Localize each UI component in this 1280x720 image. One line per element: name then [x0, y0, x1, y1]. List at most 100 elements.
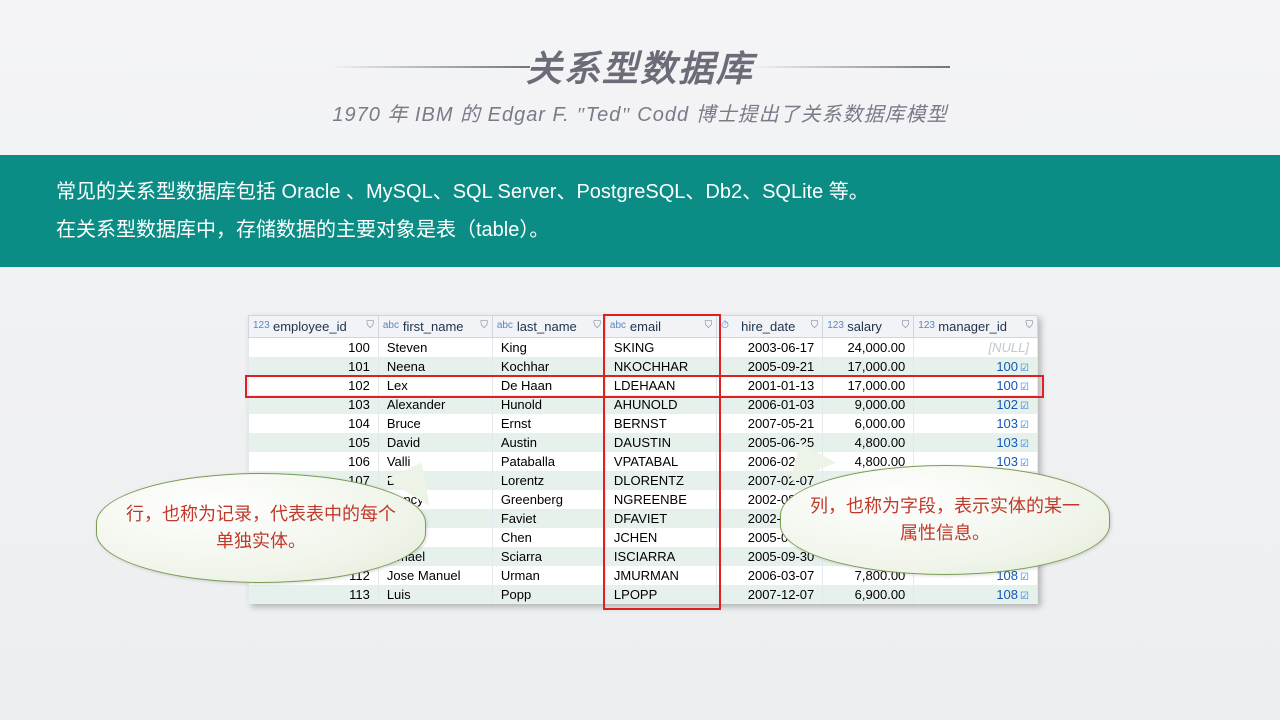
quote-close: ": [621, 104, 630, 126]
cell-employee_id: 101: [249, 357, 379, 376]
cell-email: ISCIARRA: [605, 547, 716, 566]
col-header-hire_date: ⏱ hire_date ⛉: [717, 316, 823, 338]
rule-left: [330, 66, 530, 68]
cell-salary: 6,900.00: [823, 585, 914, 604]
cell-first_name: Luis: [378, 585, 492, 604]
cell-last_name: Popp: [492, 585, 605, 604]
cell-employee_id: 100: [249, 338, 379, 358]
col-label: hire_date: [741, 319, 795, 334]
cell-salary: 24,000.00: [823, 338, 914, 358]
type-icon: abc: [497, 320, 513, 331]
col-header-salary: 123salary ⛉: [823, 316, 914, 338]
cell-last_name: King: [492, 338, 605, 358]
cell-hire_date: 2007-05-21: [717, 414, 823, 433]
cell-hire_date: 2006-03-07: [717, 566, 823, 585]
callout-column-text: 列，也称为字段，表示实体的某一属性信息。: [807, 493, 1083, 547]
cell-email: DAUSTIN: [605, 433, 716, 452]
cell-employee_id: 106: [249, 452, 379, 471]
callout-row-text: 行，也称为记录，代表表中的每个单独实体。: [123, 501, 399, 555]
cell-last_name: Kochhar: [492, 357, 605, 376]
table-row: 113LuisPoppLPOPP2007-12-076,900.00108☑: [249, 585, 1038, 604]
cell-email: DFAVIET: [605, 509, 716, 528]
table-row: 105DavidAustinDAUSTIN2005-06-254,800.001…: [249, 433, 1038, 452]
cell-first_name: Lex: [378, 376, 492, 395]
cell-manager_id: 100☑: [914, 376, 1038, 395]
cell-last_name: Chen: [492, 528, 605, 547]
cell-first_name: Alexander: [378, 395, 492, 414]
cell-employee_id: 113: [249, 585, 379, 604]
filter-icon: ⛉: [811, 320, 819, 331]
subtitle-ted: Ted: [586, 104, 622, 126]
page-title: 关系型数据库: [526, 40, 754, 92]
col-label: first_name: [403, 319, 464, 334]
col-header-first_name: abc first_name ⛉: [378, 316, 492, 338]
cell-manager_id: 108☑: [914, 585, 1038, 604]
cell-email: LPOPP: [605, 585, 716, 604]
col-label: manager_id: [938, 319, 1007, 334]
cell-hire_date: 2007-12-07: [717, 585, 823, 604]
cell-manager_id: 100☑: [914, 357, 1038, 376]
heading: 关系型数据库 1970 年 IBM 的 Edgar F. "Ted" Codd …: [0, 0, 1280, 127]
callout-column: 列，也称为字段，表示实体的某一属性信息。: [780, 465, 1110, 575]
cell-employee_id: 104: [249, 414, 379, 433]
cell-first_name: David: [378, 433, 492, 452]
filter-icon: ⛉: [593, 320, 601, 331]
type-icon: abc: [610, 320, 626, 331]
cell-last_name: Faviet: [492, 509, 605, 528]
rule-right: [750, 66, 950, 68]
info-band: 常见的关系型数据库包括 Oracle 、MySQL、SQL Server、Pos…: [0, 155, 1280, 267]
cell-last_name: Urman: [492, 566, 605, 585]
col-label: employee_id: [273, 319, 347, 334]
col-header-manager_id: 123manager_id⛉: [914, 316, 1038, 338]
cell-hire_date: 2003-06-17: [717, 338, 823, 358]
col-header-last_name: abc last_name ⛉: [492, 316, 605, 338]
cell-manager_id: 102☑: [914, 395, 1038, 414]
filter-icon: ⛉: [902, 320, 910, 331]
table-row: 100StevenKingSKING2003-06-1724,000.00[NU…: [249, 338, 1038, 358]
band-line-1: 常见的关系型数据库包括 Oracle 、MySQL、SQL Server、Pos…: [56, 173, 1224, 211]
cell-hire_date: 2006-01-03: [717, 395, 823, 414]
cell-email: SKING: [605, 338, 716, 358]
cell-email: VPATABAL: [605, 452, 716, 471]
table-row: 101NeenaKochharNKOCHHAR2005-09-2117,000.…: [249, 357, 1038, 376]
cell-last_name: Austin: [492, 433, 605, 452]
type-icon: abc: [383, 320, 399, 331]
type-icon: ⏱: [721, 320, 729, 331]
band-line-2: 在关系型数据库中，存储数据的主要对象是表（table）。: [56, 211, 1224, 249]
cell-salary: 4,800.00: [823, 433, 914, 452]
type-icon: 123: [253, 320, 270, 331]
cell-hire_date: 2005-09-21: [717, 357, 823, 376]
cell-last_name: Lorentz: [492, 471, 605, 490]
table-row: 103AlexanderHunoldAHUNOLD2006-01-039,000…: [249, 395, 1038, 414]
cell-manager_id: [NULL]: [914, 338, 1038, 358]
cell-email: LDEHAAN: [605, 376, 716, 395]
col-header-email: abcemail⛉: [605, 316, 716, 338]
filter-icon: ⛉: [480, 320, 488, 331]
type-icon: 123: [918, 320, 935, 331]
col-label: last_name: [517, 319, 577, 334]
cell-email: JCHEN: [605, 528, 716, 547]
subtitle-a: 1970 年 IBM 的 Edgar F.: [332, 104, 576, 126]
cell-email: NKOCHHAR: [605, 357, 716, 376]
cell-salary: 9,000.00: [823, 395, 914, 414]
cell-first_name: Neena: [378, 357, 492, 376]
cell-hire_date: 2001-01-13: [717, 376, 823, 395]
type-icon: 123: [827, 320, 844, 331]
cell-manager_id: 103☑: [914, 414, 1038, 433]
cell-last_name: De Haan: [492, 376, 605, 395]
col-header-employee_id: 123employee_id⛉: [249, 316, 379, 338]
cell-last_name: Pataballa: [492, 452, 605, 471]
cell-employee_id: 105: [249, 433, 379, 452]
cell-email: AHUNOLD: [605, 395, 716, 414]
cell-first_name: Bruce: [378, 414, 492, 433]
cell-email: DLORENTZ: [605, 471, 716, 490]
col-label: email: [630, 319, 661, 334]
quote-open: ": [576, 104, 585, 126]
cell-last_name: Hunold: [492, 395, 605, 414]
cell-last_name: Sciarra: [492, 547, 605, 566]
page-subtitle: 1970 年 IBM 的 Edgar F. "Ted" Codd 博士提出了关系…: [0, 98, 1280, 127]
cell-first_name: Jose Manuel: [378, 566, 492, 585]
cell-salary: 6,000.00: [823, 414, 914, 433]
col-label: salary: [847, 319, 882, 334]
cell-email: NGREENBE: [605, 490, 716, 509]
